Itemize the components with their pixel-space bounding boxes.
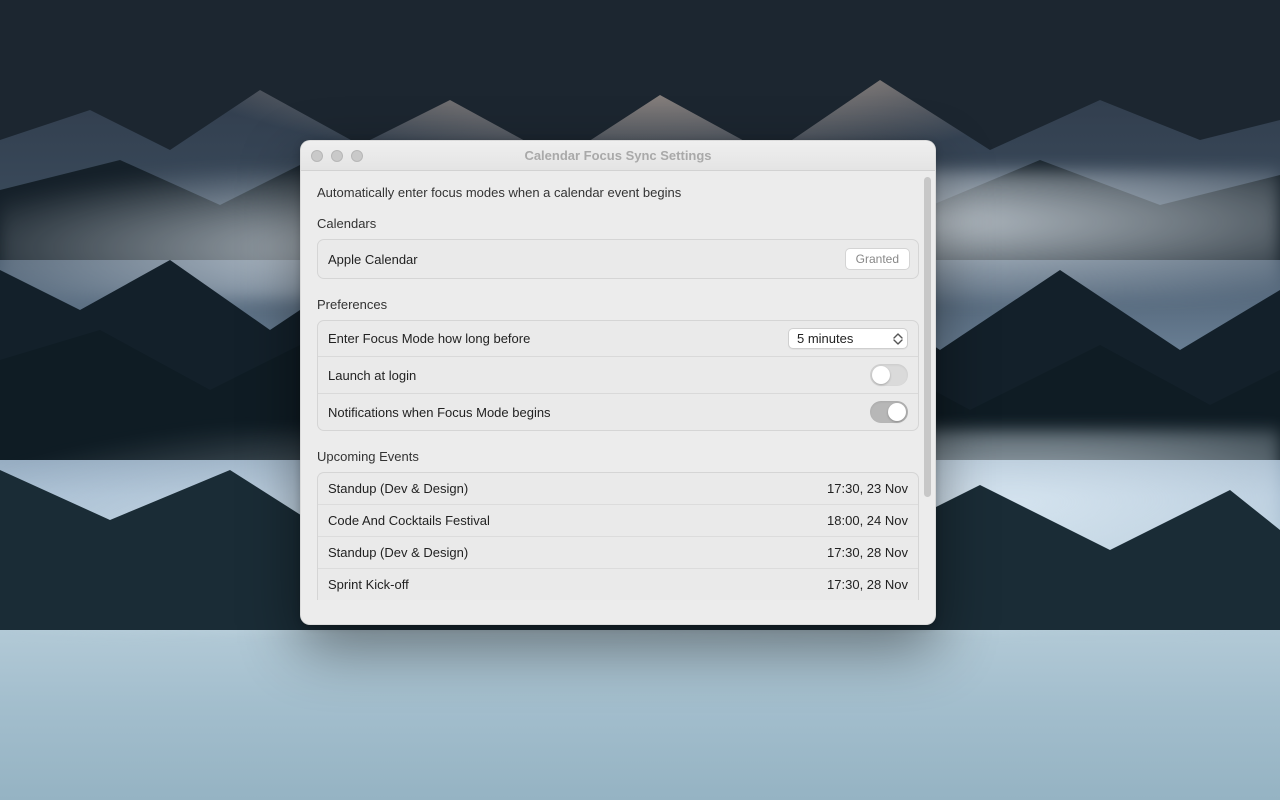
event-title: Code And Cocktails Festival <box>328 513 490 528</box>
upcoming-events-list: Standup (Dev & Design) 17:30, 23 Nov Cod… <box>318 473 918 600</box>
event-row[interactable]: Code And Cocktails Festival 18:00, 24 No… <box>318 505 918 537</box>
event-row[interactable]: Sprint Kick-off 17:30, 28 Nov <box>318 569 918 600</box>
notifications-toggle[interactable] <box>870 401 908 423</box>
event-time: 17:30, 23 Nov <box>827 481 908 496</box>
titlebar: Calendar Focus Sync Settings <box>301 141 935 171</box>
upcoming-section-label: Upcoming Events <box>317 449 919 464</box>
pref-row-notifications: Notifications when Focus Mode begins <box>318 394 918 430</box>
preferences-section-label: Preferences <box>317 297 919 312</box>
lead-time-label: Enter Focus Mode how long before <box>328 331 530 346</box>
calendar-status-badge[interactable]: Granted <box>845 248 910 270</box>
lead-time-value: 5 minutes <box>797 331 853 346</box>
calendar-row: Apple Calendar Granted <box>317 239 919 279</box>
event-title: Standup (Dev & Design) <box>328 545 468 560</box>
event-row[interactable]: Standup (Dev & Design) 17:30, 23 Nov <box>318 473 918 505</box>
event-title: Sprint Kick-off <box>328 577 409 592</box>
launch-login-label: Launch at login <box>328 368 416 383</box>
page-subtitle: Automatically enter focus modes when a c… <box>317 185 919 200</box>
pref-row-lead-time: Enter Focus Mode how long before 5 minut… <box>318 321 918 357</box>
scrollbar[interactable] <box>924 177 931 497</box>
preferences-list: Enter Focus Mode how long before 5 minut… <box>317 320 919 431</box>
lead-time-select[interactable]: 5 minutes <box>788 328 908 349</box>
calendar-name: Apple Calendar <box>328 252 418 267</box>
notifications-label: Notifications when Focus Mode begins <box>328 405 551 420</box>
launch-login-toggle[interactable] <box>870 364 908 386</box>
pref-row-launch-login: Launch at login <box>318 357 918 394</box>
event-title: Standup (Dev & Design) <box>328 481 468 496</box>
event-row[interactable]: Standup (Dev & Design) 17:30, 28 Nov <box>318 537 918 569</box>
event-time: 18:00, 24 Nov <box>827 513 908 528</box>
event-time: 17:30, 28 Nov <box>827 577 908 592</box>
window-title: Calendar Focus Sync Settings <box>301 148 935 163</box>
event-time: 17:30, 28 Nov <box>827 545 908 560</box>
settings-window: Calendar Focus Sync Settings Automatical… <box>300 140 936 625</box>
chevron-up-down-icon <box>893 333 903 345</box>
calendars-section-label: Calendars <box>317 216 919 231</box>
